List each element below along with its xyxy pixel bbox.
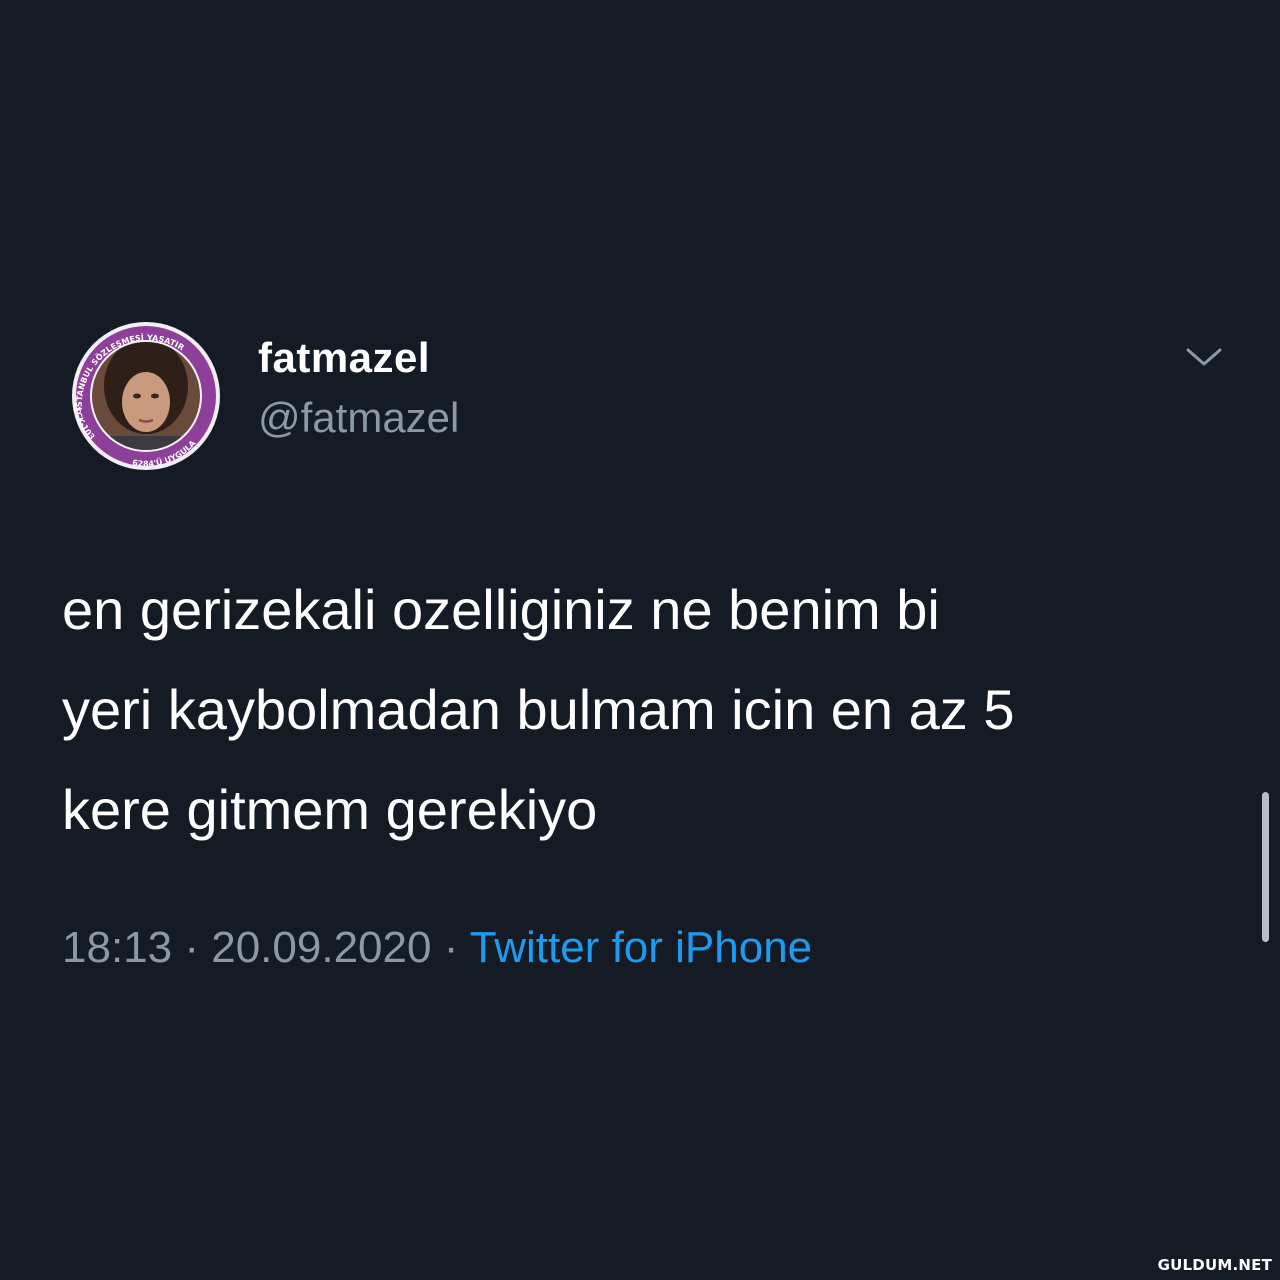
tweet-source-link[interactable]: Twitter for iPhone <box>470 923 812 972</box>
avatar[interactable]: İSTANBUL SÖZLEŞMESİ YAŞATIR 6284'Ü UYGUL… <box>60 320 236 472</box>
tweet-screen: İSTANBUL SÖZLEŞMESİ YAŞATIR 6284'Ü UYGUL… <box>0 0 1280 1280</box>
scrollbar[interactable] <box>1262 792 1269 942</box>
display-name[interactable]: fatmazel <box>258 332 459 384</box>
tweet-text: en gerizekali ozelliginiz ne benim bi ye… <box>62 578 1015 841</box>
author-info[interactable]: fatmazel @fatmazel <box>258 332 459 444</box>
chevron-down-icon[interactable] <box>1182 342 1226 372</box>
meta-separator: · <box>443 923 459 972</box>
user-handle[interactable]: @fatmazel <box>258 392 459 444</box>
watermark-logo: GULDUM.NET <box>1157 1256 1272 1274</box>
tweet-metadata: 18:13 · 20.09.2020 · Twitter for iPhone <box>62 920 812 976</box>
tweet-time[interactable]: 18:13 <box>62 923 172 972</box>
avatar-image: İSTANBUL SÖZLEŞMESİ YAŞATIR 6284'Ü UYGUL… <box>72 322 220 470</box>
tweet-date[interactable]: 20.09.2020 <box>211 923 431 972</box>
meta-separator: · <box>184 923 199 972</box>
